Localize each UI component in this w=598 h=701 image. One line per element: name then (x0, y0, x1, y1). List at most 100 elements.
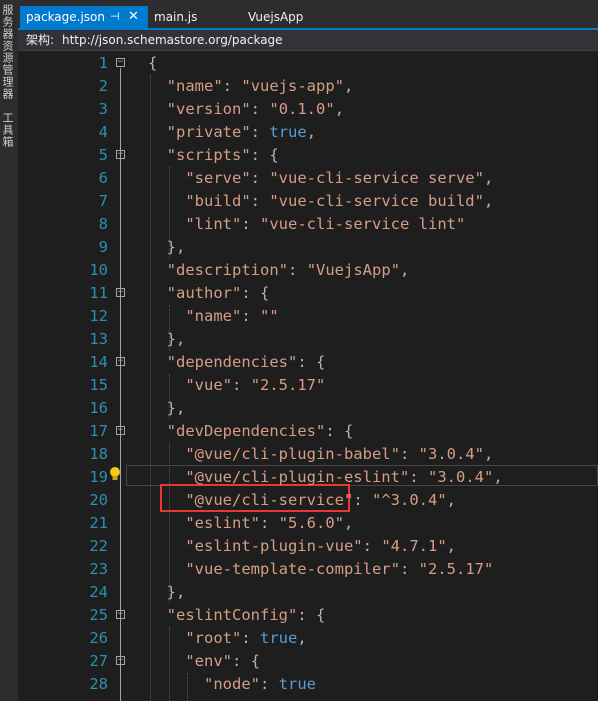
tab-label: main.js (154, 10, 198, 24)
line-number: 3 (98, 100, 108, 118)
indent-guide (168, 443, 170, 604)
server-explorer-tab[interactable]: 服务器资源管理器 (1, 4, 15, 100)
code-text: "name": "vuejs-app", (166, 77, 354, 95)
line-number: 10 (89, 261, 108, 279)
indent-guide (187, 673, 189, 701)
code-text: "eslintConfig": { (166, 606, 326, 624)
line-number: 19 (89, 468, 108, 486)
code-line[interactable]: 7 "build": "vue-cli-service build", (18, 190, 598, 213)
code-line[interactable]: 6 "serve": "vue-cli-service serve", (18, 167, 598, 190)
code-text: "eslint-plugin-vue": "4.7.1", (185, 537, 456, 555)
line-number: 24 (89, 583, 108, 601)
line-number: 26 (89, 629, 108, 647)
code-line[interactable]: 16 }, (18, 397, 598, 420)
code-text: "@vue/cli-service": "^3.0.4", (185, 491, 456, 509)
indent-guide (150, 75, 151, 701)
code-text: }, (166, 330, 186, 348)
line-number: 16 (89, 399, 108, 417)
code-text: "root": true, (185, 629, 307, 647)
code-line[interactable]: 26 "root": true, (18, 627, 598, 650)
code-editor[interactable]: 1−{2 "name": "vuejs-app", 3 "version": "0… (18, 51, 598, 701)
line-number: 23 (89, 560, 108, 578)
code-text: }, (166, 399, 186, 417)
toolbox-tab[interactable]: 工具箱 (1, 112, 15, 148)
code-text: "env": { (185, 652, 261, 670)
code-text: "build": "vue-cli-service build", (185, 192, 494, 210)
line-number: 8 (98, 215, 108, 233)
code-text: "scripts": { (166, 146, 279, 164)
code-line[interactable]: 18 "@vue/cli-plugin-babel": "3.0.4", (18, 443, 598, 466)
tab-package-json[interactable]: package.json ⊣ ✕ (20, 6, 148, 28)
code-line[interactable]: 10 "description": "VuejsApp", (18, 259, 598, 282)
indent-guide (168, 305, 170, 351)
tab-main-js[interactable]: main.js (148, 6, 203, 28)
code-line[interactable]: 9 }, (18, 236, 598, 259)
line-number: 2 (98, 77, 108, 95)
code-line[interactable]: 14− "dependencies": { (18, 351, 598, 374)
code-line[interactable]: 19 "@vue/cli-plugin-eslint": "3.0.4", (18, 466, 598, 489)
line-number: 4 (98, 123, 108, 141)
code-text: "devDependencies": { (166, 422, 354, 440)
code-line[interactable]: 4 "private": true, (18, 121, 598, 144)
schema-url[interactable]: http://json.schemastore.org/package (62, 30, 283, 50)
code-text: "lint": "vue-cli-service lint" (185, 215, 466, 233)
code-text: "vue-template-compiler": "2.5.17" (185, 560, 494, 578)
fold-toggle-icon[interactable]: − (116, 58, 125, 67)
schema-bar: 架构: http://json.schemastore.org/package (18, 30, 598, 51)
indent-guide (168, 627, 170, 701)
line-number: 9 (98, 238, 108, 256)
tab-label: VuejsApp (248, 10, 304, 24)
code-text: }, (166, 583, 186, 601)
code-text: "eslint": "5.6.0", (185, 514, 354, 532)
code-line[interactable]: 1− { (18, 52, 598, 75)
code-line[interactable]: 28 "node": true (18, 673, 598, 696)
code-line[interactable]: 11− "author": { (18, 282, 598, 305)
outline-line (120, 436, 121, 593)
code-line[interactable]: 13 }, (18, 328, 598, 351)
line-number: 20 (89, 491, 108, 509)
code-line[interactable]: 25− "eslintConfig": { (18, 604, 598, 627)
code-line[interactable]: 5− "scripts": { (18, 144, 598, 167)
code-line[interactable]: 3 "version": "0.1.0", (18, 98, 598, 121)
close-icon[interactable]: ✕ (128, 6, 139, 28)
line-number: 15 (89, 376, 108, 394)
line-number: 27 (89, 652, 108, 670)
outline-line (120, 298, 121, 340)
line-number: 11 (89, 284, 108, 302)
line-number: 1 (98, 54, 108, 72)
code-text: "vue": "2.5.17" (185, 376, 326, 394)
code-text: "author": { (166, 284, 270, 302)
pin-icon[interactable]: ⊣ (110, 6, 120, 28)
indent-guide (168, 374, 170, 420)
line-number: 14 (89, 353, 108, 371)
code-line[interactable]: 8 "lint": "vue-cli-service lint" (18, 213, 598, 236)
code-text: "name": "" (185, 307, 279, 325)
line-number: 21 (89, 514, 108, 532)
code-line[interactable]: 17− "devDependencies": { (18, 420, 598, 443)
code-line[interactable]: 27− "env": { (18, 650, 598, 673)
code-line[interactable]: 15 "vue": "2.5.17" (18, 374, 598, 397)
code-line[interactable]: 2 "name": "vuejs-app", (18, 75, 598, 98)
code-text: "private": true, (166, 123, 317, 141)
schema-label: 架构: (26, 33, 55, 47)
code-line[interactable]: 23 "vue-template-compiler": "2.5.17" (18, 558, 598, 581)
outline-line (120, 666, 121, 701)
line-number: 17 (89, 422, 108, 440)
code-line[interactable]: 12 "name": "" (18, 305, 598, 328)
outline-line (120, 367, 121, 409)
line-number: 13 (89, 330, 108, 348)
line-number: 28 (89, 675, 108, 693)
line-number: 5 (98, 146, 108, 164)
code-text: "description": "VuejsApp", (166, 261, 410, 279)
tab-vuejsapp[interactable]: VuejsApp (242, 6, 309, 28)
code-line[interactable]: 22 "eslint-plugin-vue": "4.7.1", (18, 535, 598, 558)
indent-guide (168, 167, 170, 259)
document-tab-bar: package.json ⊣ ✕ main.js VuejsApp (18, 0, 598, 30)
code-text: "node": true (204, 675, 317, 693)
code-line[interactable]: 24 }, (18, 581, 598, 604)
code-line[interactable]: 21 "eslint": "5.6.0", (18, 512, 598, 535)
code-line[interactable]: 20 "@vue/cli-service": "^3.0.4", (18, 489, 598, 512)
line-number: 18 (89, 445, 108, 463)
code-text: }, (166, 238, 186, 256)
line-number: 25 (89, 606, 108, 624)
